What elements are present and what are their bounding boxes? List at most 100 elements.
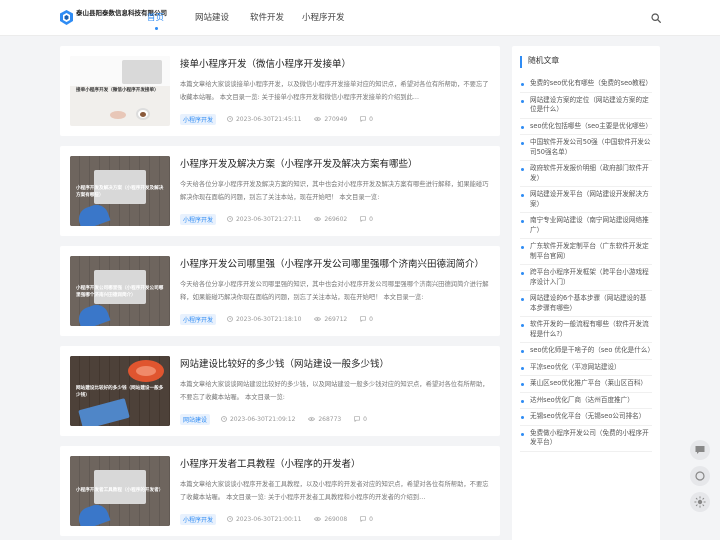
nav-active-indicator [155, 27, 158, 30]
article-meta: 小程序开发 2023-06-30T21:18:10 269712 0 [180, 314, 384, 325]
sidebar-article-link[interactable]: 网站建设开发平台（网站建设开发解决方案） [520, 187, 652, 213]
article-meta: 网站建设 2023-06-30T21:09:12 268773 0 [180, 414, 378, 425]
sidebar-article-link[interactable]: 达州seo优化厂商（达州百度推广） [520, 393, 652, 409]
article-excerpt: 今天给各位分享小程序开发公司哪里强的知识，其中也会对小程序开发公司哪里强哪个济南… [180, 281, 489, 301]
nav-software-development[interactable]: 软件开发 [250, 11, 284, 23]
article-title[interactable]: 小程序开发及解决方案（小程序开发及解决方案有哪些） [180, 156, 490, 170]
view-count: 269008 [314, 516, 347, 523]
eye-icon [314, 216, 322, 222]
view-count-text: 269602 [324, 216, 348, 223]
sidebar-article-link[interactable]: 莱山区seo优化推广平台（莱山区百科） [520, 376, 652, 393]
article-thumbnail[interactable]: 小程序开发者工具教程（小程序的开发者） [70, 456, 170, 526]
sidebar-list: 免费的seo优化有哪些（免费的seo教程） 网站建设方案的定位（网站建设方案的定… [520, 76, 654, 452]
top-header: 泰山县阳泰数信息科技有限公司 首页 网站建设 软件开发 小程序开发 [0, 0, 720, 36]
thumbnail-caption: 小程序开发及解决方案（小程序开发及解决方案有哪些） [76, 186, 164, 198]
sidebar-article-link[interactable]: 网站建设的6个基本步骤（网站建设的基本步骤有哪些） [520, 291, 652, 317]
article-title[interactable]: 小程序开发者工具教程（小程序的开发者） [180, 456, 490, 470]
publish-time: 2023-06-30T21:09:12 [221, 416, 295, 423]
view-count: 269602 [314, 216, 347, 223]
nav-mini-program[interactable]: 小程序开发 [302, 11, 345, 23]
article-thumbnail[interactable]: 接单小程序开发（微信小程序开发接单） [70, 56, 170, 126]
eye-icon [308, 416, 316, 422]
view-count-text: 269712 [324, 316, 348, 323]
chat-button[interactable] [690, 440, 710, 460]
category-tag[interactable]: 小程序开发 [180, 514, 217, 525]
comment-count: 0 [360, 316, 373, 323]
sidebar-article-link[interactable]: 免费做小程序开发公司（免费的小程序开发平台） [520, 426, 652, 452]
dark-mode-button[interactable] [690, 466, 710, 486]
view-count: 270949 [314, 116, 347, 123]
article-thumbnail[interactable]: 小程序开发公司哪里强（小程序开发公司哪里强哪个济南兴田德润简介） [70, 256, 170, 326]
search-icon[interactable] [651, 13, 661, 23]
comment-count-text: 0 [369, 516, 373, 523]
sidebar-article-link[interactable]: 无锡seo优化平台（无锡seo公司排名） [520, 409, 652, 426]
comment-count: 0 [354, 416, 367, 423]
article-excerpt: 本篇文章给大家谈谈接单小程序开发，以及微信小程序开发接单对应的知识点，希望对各位… [180, 81, 489, 101]
sidebar-article-link[interactable]: 软件开发的一般流程有哪些（软件开发流程是什么?） [520, 317, 652, 343]
article-title[interactable]: 接单小程序开发（微信小程序开发接单） [180, 56, 490, 70]
thumbnail-caption: 接单小程序开发（微信小程序开发接单） [76, 88, 159, 93]
nav-website-building[interactable]: 网站建设 [195, 11, 229, 23]
sidebar-title: 随机文章 [520, 56, 559, 68]
article-card[interactable]: 小程序开发公司哪里强（小程序开发公司哪里强哪个济南兴田德润简介） 小程序开发公司… [60, 246, 500, 336]
article-meta: 小程序开发 2023-06-30T21:27:11 269602 0 [180, 214, 384, 225]
article-title[interactable]: 网站建设比较好的多少钱（网站建设一般多少钱） [180, 356, 490, 370]
comment-count-text: 0 [369, 216, 373, 223]
publish-time-text: 2023-06-30T21:09:12 [229, 416, 296, 423]
comment-count: 0 [360, 516, 373, 523]
category-tag[interactable]: 小程序开发 [180, 214, 217, 225]
random-articles-sidebar: 随机文章 免费的seo优化有哪些（免费的seo教程） 网站建设方案的定位（网站建… [512, 46, 660, 540]
comment-icon [360, 516, 367, 522]
article-meta: 小程序开发 2023-06-30T21:45:11 270949 0 [180, 114, 384, 125]
comment-count-text: 0 [369, 116, 373, 123]
article-card[interactable]: 小程序开发者工具教程（小程序的开发者） 小程序开发者工具教程（小程序的开发者） … [60, 446, 500, 536]
thumbnail-caption: 小程序开发者工具教程（小程序的开发者） [76, 488, 164, 493]
sidebar-article-link[interactable]: 政府软件开发报价明细（政府部门软件开发） [520, 161, 652, 187]
comment-count: 0 [360, 116, 373, 123]
article-meta: 小程序开发 2023-06-30T21:00:11 269008 0 [180, 514, 384, 525]
publish-time-text: 2023-06-30T21:45:11 [235, 116, 302, 123]
site-logo[interactable]: 泰山县阳泰数信息科技有限公司 [60, 9, 167, 27]
publish-time: 2023-06-30T21:00:11 [227, 516, 301, 523]
clock-icon [227, 516, 233, 522]
view-count-text: 269008 [324, 516, 348, 523]
sidebar-article-link[interactable]: 跨平台小程序开发框架（跨平台小游戏程序设计入门） [520, 265, 652, 291]
publish-time-text: 2023-06-30T21:27:11 [235, 216, 302, 223]
logo-text: 泰山县阳泰数信息科技有限公司 [76, 9, 167, 17]
sidebar-article-link[interactable]: seo优化包括哪些（seo主要是优化哪些） [520, 119, 652, 135]
publish-time: 2023-06-30T21:18:10 [227, 316, 301, 323]
article-thumbnail[interactable]: 网站建设比较好的多少钱（网站建设一般多少钱） [70, 356, 170, 426]
view-count: 269712 [314, 316, 347, 323]
sidebar-article-link[interactable]: 广东软件开发定制平台（广东软件开发定制平台官网） [520, 239, 652, 265]
category-tag[interactable]: 网站建设 [180, 414, 211, 425]
sidebar-article-link[interactable]: 免费的seo优化有哪些（免费的seo教程） [520, 76, 652, 93]
thumbnail-caption: 小程序开发公司哪里强（小程序开发公司哪里强哪个济南兴田德润简介） [76, 286, 164, 298]
sidebar-article-link[interactable]: 南宁专业网站建设（南宁网站建设网络推广） [520, 213, 652, 239]
comment-icon [360, 316, 367, 322]
thumbnail-caption: 网站建设比较好的多少钱（网站建设一般多少钱） [76, 386, 164, 398]
publish-time: 2023-06-30T21:27:11 [227, 216, 301, 223]
nav-home[interactable]: 首页 [147, 11, 164, 23]
sidebar-article-link[interactable]: seo优化师是干啥子的（seo 优化是什么） [520, 343, 654, 360]
article-card[interactable]: 网站建设比较好的多少钱（网站建设一般多少钱） 网站建设比较好的多少钱（网站建设一… [60, 346, 500, 436]
logo-mark-icon [60, 10, 73, 25]
comment-icon [354, 416, 361, 422]
sidebar-article-link[interactable]: 平凉seo优化（平凉网站建设） [520, 360, 652, 376]
sidebar-article-link[interactable]: 中国软件开发公司50强（中国软件开发公司50强名单） [520, 135, 652, 161]
light-mode-button[interactable] [690, 492, 710, 512]
category-tag[interactable]: 小程序开发 [180, 114, 217, 125]
sun-icon [694, 496, 706, 508]
article-card[interactable]: 小程序开发及解决方案（小程序开发及解决方案有哪些） 小程序开发及解决方案（小程序… [60, 146, 500, 236]
clock-icon [221, 416, 227, 422]
article-title[interactable]: 小程序开发公司哪里强（小程序开发公司哪里强哪个济南兴田德润简介） [180, 256, 490, 270]
eye-icon [314, 516, 322, 522]
category-tag[interactable]: 小程序开发 [180, 314, 217, 325]
clock-icon [227, 216, 233, 222]
article-excerpt: 今天给各位分享小程序开发及解决方案的知识，其中也会对小程序开发及解决方案有哪些进… [180, 181, 489, 201]
view-count-text: 268773 [318, 416, 342, 423]
article-excerpt: 本篇文章给大家谈谈网站建设比较好的多少钱，以及网站建设一般多少钱对应的知识点，希… [180, 381, 489, 401]
article-card[interactable]: 接单小程序开发（微信小程序开发接单） 接单小程序开发（微信小程序开发接单） 本篇… [60, 46, 500, 136]
article-thumbnail[interactable]: 小程序开发及解决方案（小程序开发及解决方案有哪些） [70, 156, 170, 226]
view-count-text: 270949 [324, 116, 348, 123]
sidebar-article-link[interactable]: 网站建设方案的定位（网站建设方案的定位是什么） [520, 93, 652, 119]
